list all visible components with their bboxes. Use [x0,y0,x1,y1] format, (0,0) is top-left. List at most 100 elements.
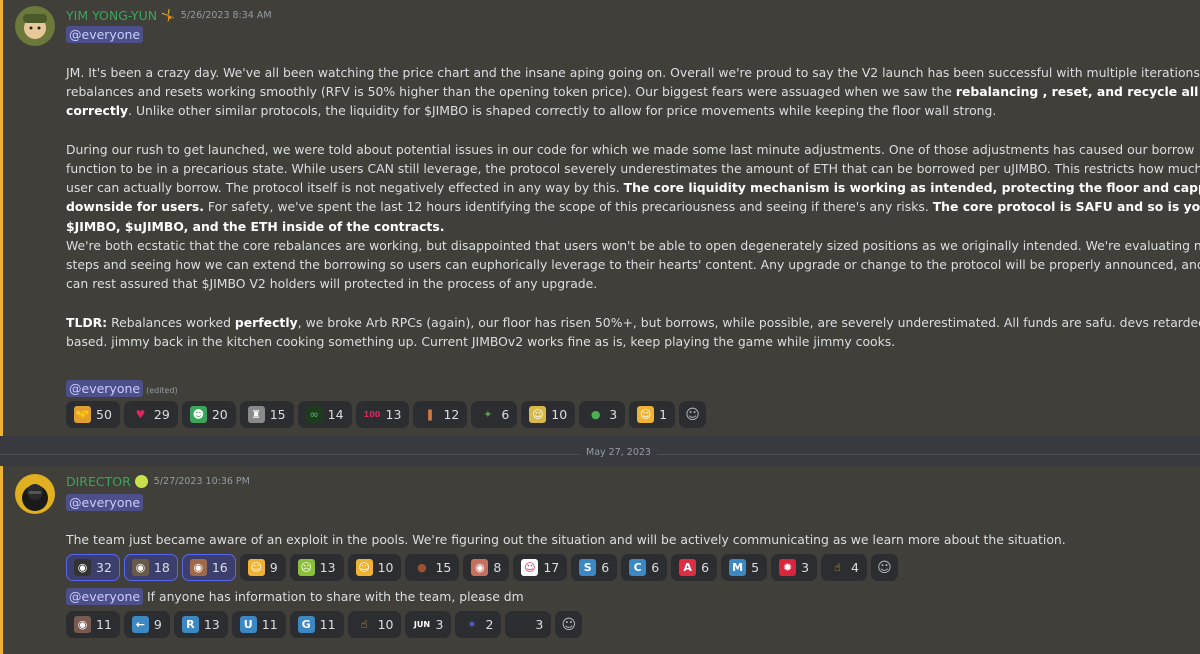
reaction-blank[interactable]: 3 [505,611,552,638]
poop-emoji-icon: ● [417,561,427,574]
reaction-middle-finger[interactable]: ☝ 10 [347,611,402,638]
reaction-count: 17 [543,560,560,575]
reaction-taiwan-flag[interactable]: ✹ 3 [771,554,818,581]
everyone-mention[interactable]: @everyone [66,494,144,511]
letter-u-emoji-icon: U [239,616,257,633]
cool-face-emoji-icon: ☺ [529,406,547,423]
user-avatar[interactable] [15,6,55,46]
reaction-shooting-star[interactable]: ✶ 2 [455,611,502,638]
acrobat-badge-icon: 🤸 [161,9,175,22]
shooting-star-emoji-icon: ✶ [467,618,477,631]
thinking-emoji-icon: ☺ [247,559,265,576]
reaction-avatar-3[interactable]: ◉ 16 [181,554,236,581]
reaction-clown[interactable]: ☺ 17 [513,554,568,581]
reaction-face[interactable]: ◉ 8 [463,554,510,581]
pepe-emoji-icon: ● [590,408,601,421]
reaction-cool-face[interactable]: ☺ 10 [521,401,576,428]
reaction-letter-m[interactable]: M5 [721,554,768,581]
reaction-count: 16 [211,560,228,575]
reaction-thinking[interactable]: ☺ 9 [239,554,286,581]
user-avatar[interactable] [15,474,55,514]
reaction-count: 15 [435,560,452,575]
timestamp: 5/27/2023 10:36 PM [153,476,250,487]
letter-g-emoji-icon: G [297,616,315,633]
everyone-mention-2[interactable]: @everyone [66,380,144,397]
add-reaction-button[interactable]: ☺ [870,554,898,581]
reaction-handshake[interactable]: 🤝 50 [66,401,120,428]
avatar-emoji-1-icon: ◉ [74,559,91,576]
reaction-count: 2 [485,617,494,632]
reaction-heart[interactable]: ♥ 29 [123,401,178,428]
reaction-count: 10 [551,407,568,422]
letter-r-emoji-icon: R [181,616,199,633]
reaction-count: 9 [153,617,162,632]
username[interactable]: DIRECTOR [66,474,131,489]
reaction-point-up[interactable]: ☝ 4 [821,554,867,581]
reaction-count: 12 [443,407,460,422]
reaction-count: 13 [319,560,336,575]
reaction-laughing[interactable]: ☺ 10 [347,554,402,581]
reaction-letter-u[interactable]: U 11 [231,611,286,638]
username[interactable]: YIM YONG-YUN [66,8,157,23]
reaction-hotdog[interactable]: ❚ 12 [413,401,468,428]
reaction-count: 11 [261,617,278,632]
reaction-avatar-2[interactable]: ◉ 18 [123,554,178,581]
reaction-letter-a[interactable]: A6 [671,554,718,581]
reaction-count: 20 [211,407,228,422]
reaction-bar: ◉ 32 ◉ 18 ◉ 16 ☺ 9 ☹ 13 ☺ 10 ● 15 ◉ 8 ☺ 17 S 6 C 6 A 6 M 5 ✹ 3 ☝ 4 ☺ [66,554,898,581]
hotdog-emoji-icon: ❚ [425,408,435,421]
reaction-count: 13 [385,407,402,422]
everyone-mention[interactable]: @everyone [66,26,144,43]
date-divider-label: May 27, 2023 [580,447,657,458]
taiwan-flag-emoji-icon: ✹ [779,559,797,576]
timestamp: 5/26/2023 8:34 AM [180,10,272,21]
hundred-emoji-icon: 100 [363,410,381,419]
reaction-count: 11 [96,617,112,632]
reaction-count: 50 [96,407,112,422]
reaction-count: 18 [153,560,170,575]
reaction-infinity[interactable]: ∞ 14 [297,401,352,428]
reaction-bar-2: ◉ 11 ← 9 R 13 U 11 G 11 ☝ 10 JUN 3 ✶ 2 3 ☺ [66,611,583,638]
add-reaction-button[interactable]: ☺ [679,401,707,428]
reaction-count: 32 [96,560,112,575]
message-1: YIM YONG-YUN 🤸 5/26/2023 8:34 AM @everyo… [0,0,1200,436]
reaction-person[interactable]: ◉ 11 [66,611,120,638]
reaction-frog[interactable]: ✦ 6 [471,401,518,428]
green-face-emoji-icon: ☻ [189,406,207,423]
reaction-letter-c[interactable]: C6 [621,554,668,581]
reaction-vomit[interactable]: ☹ 13 [289,554,344,581]
reaction-hundred[interactable]: 100 13 [355,401,410,428]
person-emoji-icon: ◉ [74,616,91,633]
reaction-statue[interactable]: ♜ 15 [239,401,294,428]
reaction-arrow-left[interactable]: ← 9 [123,611,170,638]
reaction-count: 14 [327,407,344,422]
reaction-pepe[interactable]: ● 3 [579,401,626,428]
message-body: The team just became aware of an exploit… [66,532,1066,547]
letter-s-emoji-icon: S [579,559,597,576]
jun-emoji-icon: JUN [413,620,431,629]
reaction-letter-s[interactable]: S6 [571,554,618,581]
frog-emoji-icon: ✦ [483,408,493,421]
reaction-count: 10 [377,617,394,632]
message-2: DIRECTOR 5/27/2023 10:36 PM @everyone Th… [0,466,1200,654]
reaction-count: 5 [751,560,760,575]
reaction-count: 9 [269,560,278,575]
infinity-emoji-icon: ∞ [305,406,323,423]
avatar-emoji-3-icon: ◉ [189,559,207,576]
followup-text: If anyone has information to share with … [143,589,524,604]
reaction-jun[interactable]: JUN 3 [405,611,452,638]
reaction-count: 11 [319,617,336,632]
reaction-laughing[interactable]: ☺ 1 [629,401,676,428]
reaction-green-face[interactable]: ☻ 20 [181,401,236,428]
reaction-poop[interactable]: ● 15 [405,554,460,581]
reaction-letter-g[interactable]: G 11 [289,611,344,638]
laughing-emoji-icon: ☺ [355,559,373,576]
add-reaction-button[interactable]: ☺ [555,611,583,638]
reaction-count: 8 [493,560,502,575]
smiley-badge-icon [134,475,148,488]
everyone-mention-2[interactable]: @everyone [66,588,144,605]
reaction-avatar-1[interactable]: ◉ 32 [66,554,120,581]
reaction-count: 1 [659,407,668,422]
reaction-count: 6 [701,560,710,575]
reaction-letter-r[interactable]: R 13 [173,611,228,638]
